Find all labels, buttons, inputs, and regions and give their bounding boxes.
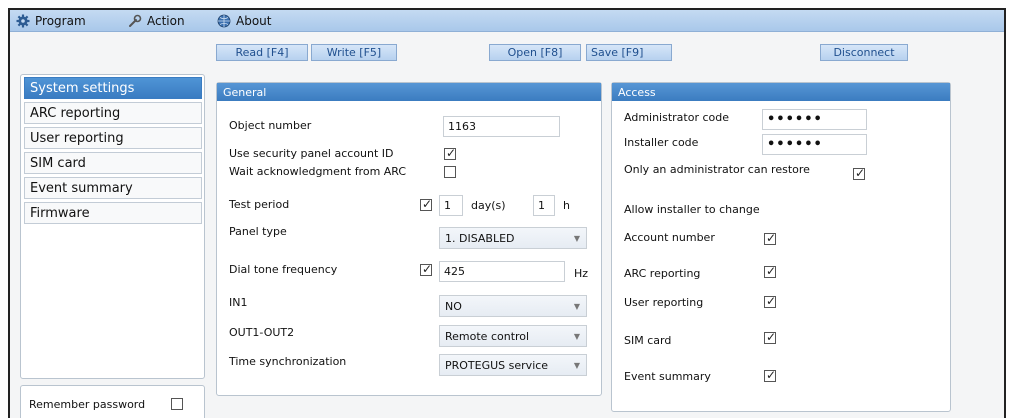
checkmark-icon: ✓ bbox=[766, 294, 777, 308]
dropdown-arrow-icon: ▼ bbox=[573, 302, 580, 311]
access-panel: Access Administrator code •••••• Install… bbox=[611, 82, 951, 412]
time-sync-value: PROTEGUS service bbox=[445, 358, 549, 372]
checkmark-icon: ✓ bbox=[855, 166, 866, 180]
dropdown-arrow-icon: ▼ bbox=[573, 332, 580, 341]
in1-label: IN1 bbox=[229, 296, 248, 309]
wait-ack-checkbox[interactable] bbox=[444, 166, 456, 178]
menu-program[interactable]: Program bbox=[16, 12, 86, 30]
test-period-label: Test period bbox=[229, 198, 290, 211]
out-label: OUT1-OUT2 bbox=[229, 326, 295, 339]
wait-ack-label: Wait acknowledgment from ARC bbox=[229, 165, 407, 178]
menu-program-label: Program bbox=[35, 14, 86, 28]
arc-reporting-checkbox[interactable]: ✓ bbox=[764, 264, 777, 278]
remember-password-checkbox[interactable] bbox=[171, 398, 183, 410]
time-sync-select[interactable]: PROTEGUS service ▼ bbox=[439, 354, 587, 376]
days-unit-label: day(s) bbox=[471, 199, 506, 212]
sim-card-checkbox[interactable]: ✓ bbox=[764, 330, 777, 344]
test-period-days-input[interactable]: 1 bbox=[439, 195, 463, 216]
sidebar-item-arc-reporting[interactable]: ARC reporting bbox=[24, 102, 202, 124]
user-reporting-label: User reporting bbox=[624, 296, 704, 309]
read-button[interactable]: Read [F4] bbox=[216, 44, 308, 61]
object-number-label: Object number bbox=[229, 119, 312, 132]
app-window: Program Action About Read [F4] Write [F5… bbox=[8, 8, 1006, 418]
dial-tone-label: Dial tone frequency bbox=[229, 263, 338, 276]
checkmark-icon: ✓ bbox=[766, 368, 777, 382]
use-account-id-checkbox[interactable]: ✓ bbox=[444, 146, 457, 160]
wrench-icon bbox=[129, 14, 142, 27]
sidebar-item-event-summary[interactable]: Event summary bbox=[24, 177, 202, 199]
admin-restore-checkbox[interactable]: ✓ bbox=[853, 166, 866, 180]
menu-bar: Program Action About bbox=[10, 10, 1004, 32]
menu-about[interactable]: About bbox=[217, 12, 271, 30]
admin-restore-label: Only an administrator can restore bbox=[624, 163, 810, 176]
dropdown-arrow-icon: ▼ bbox=[573, 234, 580, 243]
open-button[interactable]: Open [F8] bbox=[489, 44, 581, 61]
save-button[interactable]: Save [F9] bbox=[586, 44, 672, 61]
event-summary-checkbox[interactable]: ✓ bbox=[764, 368, 777, 382]
admin-code-input[interactable]: •••••• bbox=[762, 109, 867, 130]
menu-about-label: About bbox=[236, 14, 272, 28]
dropdown-arrow-icon: ▼ bbox=[573, 361, 580, 370]
test-period-checkbox[interactable]: ✓ bbox=[420, 197, 433, 211]
checkmark-icon: ✓ bbox=[446, 146, 457, 160]
installer-code-input[interactable]: •••••• bbox=[762, 134, 867, 155]
dial-tone-input[interactable]: 425 bbox=[439, 261, 565, 282]
hz-unit-label: Hz bbox=[574, 267, 589, 280]
write-button[interactable]: Write [F5] bbox=[311, 44, 397, 61]
sidebar: System settings ARC reporting User repor… bbox=[20, 74, 205, 379]
disconnect-button[interactable]: Disconnect bbox=[820, 44, 908, 61]
test-period-hours-input[interactable]: 1 bbox=[533, 195, 555, 216]
sidebar-item-sim-card[interactable]: SIM card bbox=[24, 152, 202, 174]
dial-tone-checkbox[interactable]: ✓ bbox=[420, 262, 433, 276]
panel-type-value: 1. DISABLED bbox=[445, 231, 515, 245]
panel-type-label: Panel type bbox=[229, 225, 287, 238]
gear-icon bbox=[16, 14, 30, 28]
general-panel-title: General bbox=[217, 83, 601, 101]
checkmark-icon: ✓ bbox=[766, 330, 777, 344]
sidebar-item-system-settings[interactable]: System settings bbox=[24, 77, 202, 99]
use-account-id-label: Use security panel account ID bbox=[229, 147, 394, 160]
account-number-label: Account number bbox=[624, 231, 715, 244]
sidebar-item-user-reporting[interactable]: User reporting bbox=[24, 127, 202, 149]
panel-type-select[interactable]: 1. DISABLED ▼ bbox=[439, 227, 587, 249]
remember-password-box: Remember password bbox=[20, 385, 205, 418]
admin-code-label: Administrator code bbox=[624, 111, 730, 124]
menu-action-label: Action bbox=[147, 14, 185, 28]
toolbar: Read [F4] Write [F5] Open [F8] Save [F9]… bbox=[10, 32, 1004, 62]
account-number-checkbox[interactable]: ✓ bbox=[764, 231, 777, 245]
out-select[interactable]: Remote control ▼ bbox=[439, 325, 587, 347]
installer-code-label: Installer code bbox=[624, 136, 699, 149]
checkmark-icon: ✓ bbox=[422, 262, 433, 276]
sim-card-label: SIM card bbox=[624, 334, 672, 347]
hours-unit-label: h bbox=[563, 199, 570, 212]
time-sync-label: Time synchronization bbox=[229, 355, 347, 368]
out-value: Remote control bbox=[445, 329, 530, 343]
checkmark-icon: ✓ bbox=[766, 231, 777, 245]
in1-value: NO bbox=[445, 299, 462, 313]
allow-change-label: Allow installer to change bbox=[624, 203, 760, 216]
menu-action[interactable]: Action bbox=[128, 12, 185, 30]
arc-reporting-label: ARC reporting bbox=[624, 267, 701, 280]
globe-icon bbox=[217, 14, 231, 28]
access-panel-title: Access bbox=[612, 83, 950, 101]
sidebar-item-firmware[interactable]: Firmware bbox=[24, 202, 202, 224]
event-summary-label: Event summary bbox=[624, 370, 711, 383]
in1-select[interactable]: NO ▼ bbox=[439, 295, 587, 317]
general-panel: General Object number 1163 Use security … bbox=[216, 82, 602, 396]
checkmark-icon: ✓ bbox=[422, 197, 433, 211]
remember-password-label: Remember password bbox=[29, 398, 146, 411]
checkmark-icon: ✓ bbox=[766, 264, 777, 278]
object-number-input[interactable]: 1163 bbox=[443, 116, 560, 137]
user-reporting-checkbox[interactable]: ✓ bbox=[764, 294, 777, 308]
